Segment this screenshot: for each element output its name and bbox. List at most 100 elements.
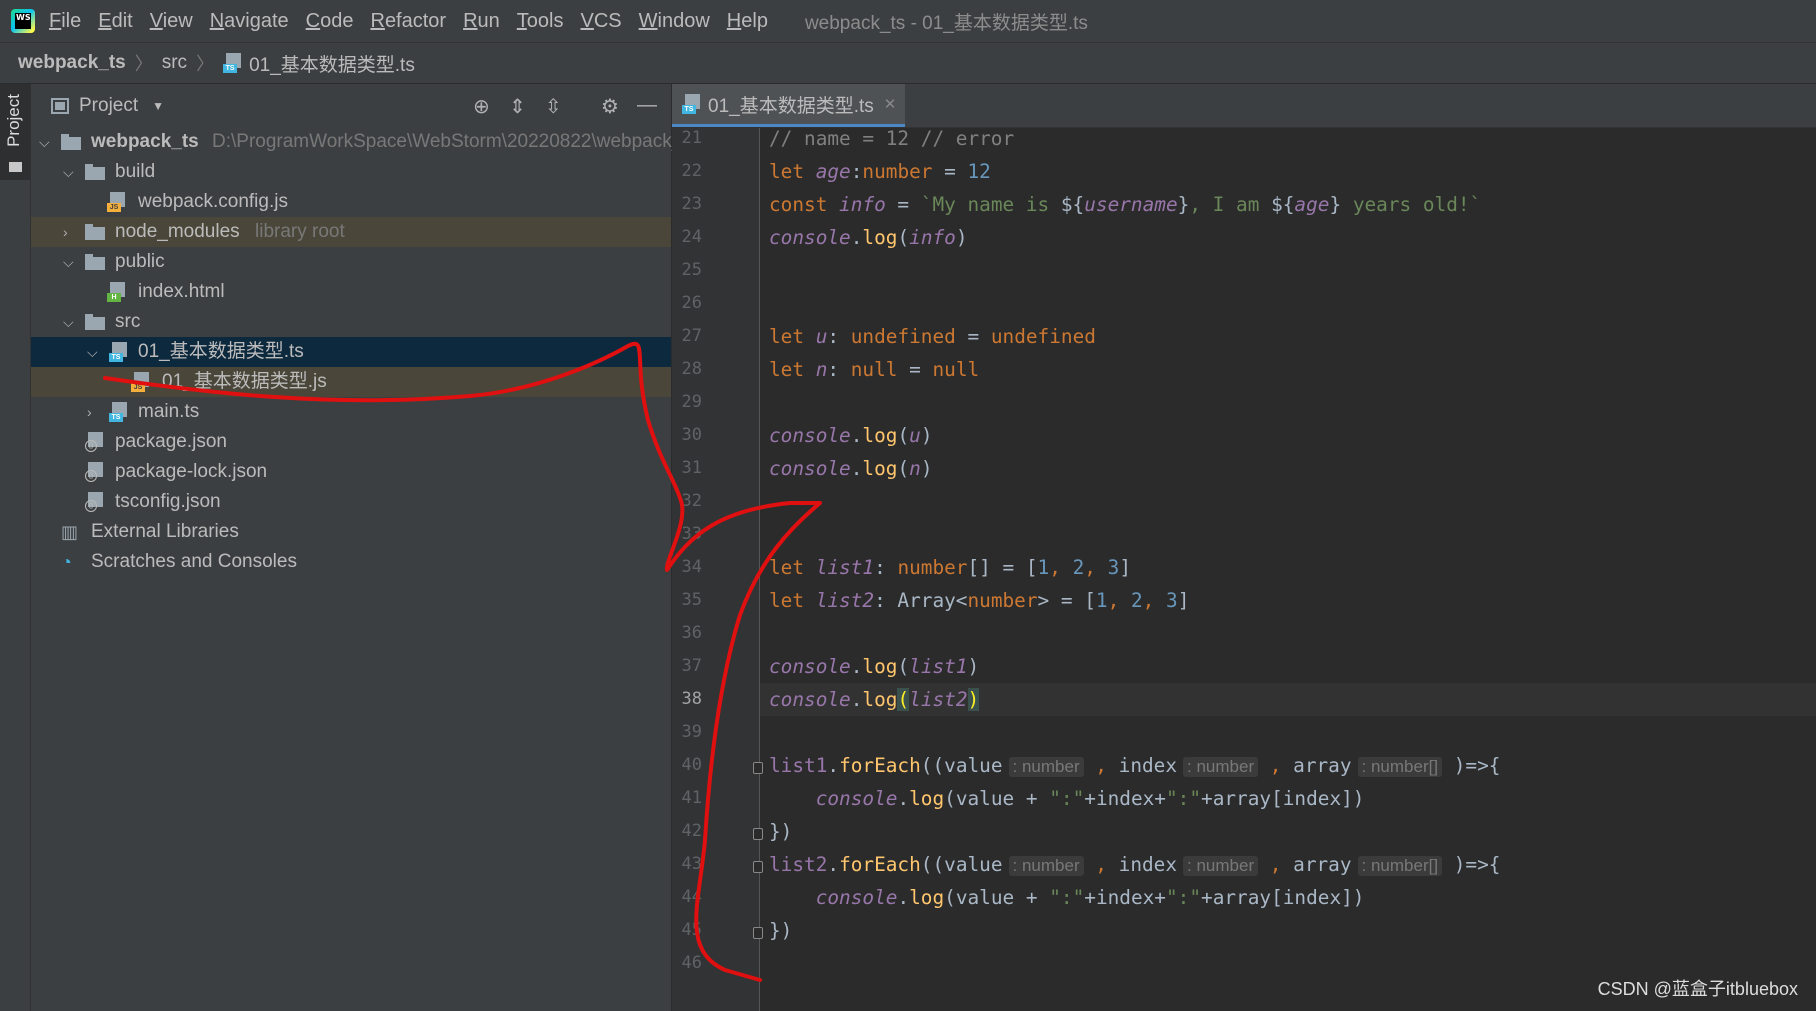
json-file-icon: {} [85, 462, 105, 482]
code-line-34: let list1: number[] = [1, 2, 3] [769, 556, 1131, 579]
watermark: CSDN @蓝盒子itbluebox [1597, 979, 1798, 999]
tree-item-tag: library root [255, 221, 345, 242]
chevron-down-icon[interactable]: ⌵ [63, 157, 74, 187]
chevron-down-icon[interactable]: ⌵ [63, 307, 74, 337]
tree-item-public[interactable]: ⌵ public [31, 247, 671, 277]
line-number: 43 [681, 854, 702, 874]
dropdown-caret-icon[interactable]: ▼ [152, 99, 164, 113]
folder-icon [85, 254, 105, 270]
line-number: 39 [681, 722, 702, 742]
tree-item-label: webpack.config.js [138, 191, 288, 212]
line-number: 42 [681, 821, 702, 841]
chevron-right-icon: 〉 [196, 54, 215, 74]
chevron-down-icon[interactable]: ⌵ [87, 337, 98, 367]
tree-item-index-html[interactable]: H index.html [31, 277, 671, 307]
line-number: 44 [681, 887, 702, 907]
fold-marker-icon[interactable] [753, 927, 763, 939]
menu-edit[interactable]: Edit [98, 10, 132, 33]
logo-text: WS [15, 13, 31, 29]
code-line-24: console.log(info) [769, 226, 968, 249]
project-tool-label: Project [4, 94, 23, 147]
tree-item-src[interactable]: ⌵ src [31, 307, 671, 337]
fold-marker-icon[interactable] [753, 861, 763, 873]
menu-vcs[interactable]: VCS [581, 10, 622, 33]
line-number: 24 [681, 227, 702, 247]
javascript-file-icon: JS [131, 372, 151, 392]
menu-bar: WS File Edit View Navigate Code Refactor… [0, 0, 1816, 43]
tree-item-node-modules[interactable]: › node_modules library root [31, 217, 671, 247]
tree-item-tsconfig[interactable]: {} tsconfig.json [31, 487, 671, 517]
chevron-right-icon[interactable]: › [87, 397, 92, 427]
line-number: 27 [681, 326, 702, 346]
project-panel-title[interactable]: Project [79, 95, 138, 117]
chevron-down-icon[interactable]: ⌵ [63, 247, 74, 277]
menu-run[interactable]: Run [463, 10, 500, 33]
menu-help[interactable]: Help [727, 10, 768, 33]
type-hint: : number [1008, 757, 1084, 777]
webstorm-logo-icon[interactable]: WS [11, 9, 35, 33]
project-view-icon [51, 98, 69, 114]
breadcrumb-folder[interactable]: src [162, 52, 187, 74]
folder-icon [85, 314, 105, 330]
line-number: 45 [681, 920, 702, 940]
collapse-all-icon[interactable]: ⇳ [545, 94, 562, 119]
javascript-file-icon: JS [107, 192, 127, 212]
tree-item-build[interactable]: ⌵ build [31, 157, 671, 187]
code-line-44: console.log(value + ":"+index+":"+array[… [815, 886, 1365, 909]
gear-icon[interactable]: ⚙ [601, 94, 619, 119]
expand-all-icon[interactable]: ⇕ [509, 94, 526, 119]
tree-item-webpack-ts[interactable]: ⌵ webpack_ts D:\ProgramWorkSpace\WebStor… [31, 127, 697, 157]
code-line-41: console.log(value + ":"+index+":"+array[… [815, 787, 1365, 810]
tree-item-label: Scratches and Consoles [91, 551, 297, 572]
tree-item-label: main.ts [138, 401, 200, 422]
window-title: webpack_ts - 01_基本数据类型.ts [804, 12, 1088, 34]
tree-item-scratches[interactable]: ◔ Scratches and Consoles [31, 547, 671, 577]
line-number: 36 [681, 623, 702, 643]
tree-item-label: 01_基本数据类型.ts [138, 341, 304, 362]
close-icon[interactable]: ✕ [884, 95, 897, 113]
tree-item-label: src [115, 311, 141, 332]
line-number-current: 38 [681, 689, 702, 709]
line-number: 41 [681, 788, 702, 808]
project-panel-header: Project ▼ ⊕ ⇕ ⇳ ⚙ — [31, 84, 671, 128]
menu-window[interactable]: Window [639, 10, 710, 33]
code-line-23: const info = `My name is ${username}, I … [769, 193, 1482, 216]
breadcrumb-project[interactable]: webpack_ts [18, 52, 126, 74]
locate-file-icon[interactable]: ⊕ [473, 94, 490, 119]
code-line-40: list1.forEach((value: number , index: nu… [769, 754, 1501, 777]
fold-marker-icon[interactable] [753, 762, 763, 774]
scratches-icon: ◔ [61, 552, 72, 572]
tree-item-label: node_modules [115, 221, 240, 242]
code-line-35: let list2: Array<number> = [1, 2, 3] [769, 589, 1190, 612]
line-number: 32 [681, 491, 702, 511]
project-tool-tab[interactable]: Project [0, 84, 30, 180]
chevron-down-icon[interactable]: ⌵ [39, 127, 50, 157]
code-line-42: }) [769, 820, 793, 843]
minimize-icon[interactable]: — [637, 94, 657, 117]
menu-refactor[interactable]: Refactor [370, 10, 446, 33]
tree-item-webpack-config[interactable]: JS webpack.config.js [31, 187, 671, 217]
editor-tab-active[interactable]: TS 01_基本数据类型.ts ✕ [672, 84, 905, 127]
chevron-right-icon[interactable]: › [63, 217, 68, 247]
breadcrumb-file[interactable]: 01_基本数据类型.ts [249, 50, 415, 77]
tree-item-js-file[interactable]: JS 01_基本数据类型.js [31, 367, 671, 397]
type-hint: : number [1008, 856, 1084, 876]
tree-item-ts-file[interactable]: ⌵ TS 01_基本数据类型.ts [31, 337, 671, 367]
menu-tools[interactable]: Tools [517, 10, 564, 33]
project-panel: Project ▼ ⊕ ⇕ ⇳ ⚙ — ⌵ webpack_ts D:\Prog… [31, 84, 697, 1011]
tree-item-label: package.json [115, 431, 227, 452]
fold-marker-icon[interactable] [753, 828, 763, 840]
tree-item-main-ts[interactable]: › TS main.ts [31, 397, 671, 427]
code-line-38: console.log(list2) [769, 688, 980, 711]
menu-view[interactable]: View [150, 10, 193, 33]
menu-navigate[interactable]: Navigate [210, 10, 289, 33]
typescript-file-icon: TS [682, 94, 702, 114]
editor-tab-bar: TS 01_基本数据类型.ts ✕ [672, 84, 1816, 128]
tree-item-external-libraries[interactable]: ▥ External Libraries [31, 517, 671, 547]
menu-code[interactable]: Code [306, 10, 354, 33]
tree-item-package-json[interactable]: {} package.json [31, 427, 671, 457]
menu-file[interactable]: File [49, 10, 81, 33]
tree-item-package-lock[interactable]: {} package-lock.json [31, 457, 671, 487]
code-line-37: console.log(list1) [769, 655, 980, 678]
line-number: 26 [681, 293, 702, 313]
